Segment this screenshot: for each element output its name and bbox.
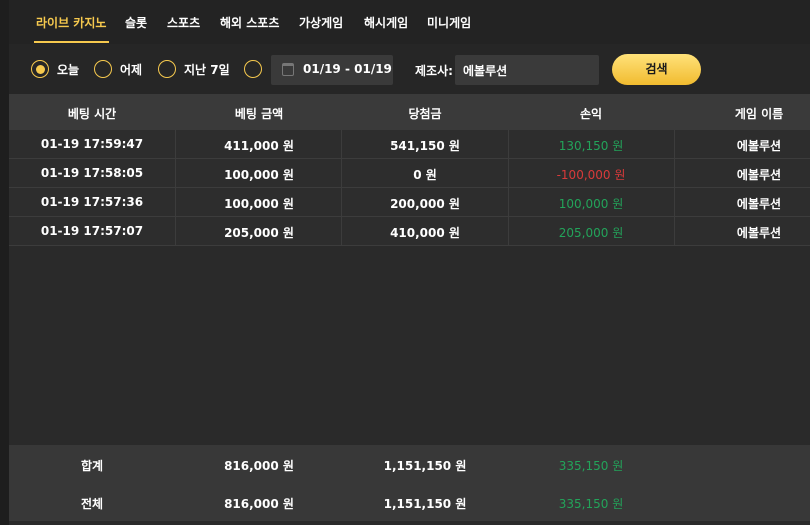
header-game-name: 게임 이름 — [734, 107, 784, 121]
cell-bet: 411,000 원 — [224, 139, 294, 153]
column-divider — [341, 130, 342, 159]
cell-pl: 100,000 원 — [558, 197, 624, 211]
column-divider — [508, 159, 509, 188]
column-divider — [175, 217, 176, 246]
total-label: 합계 — [80, 459, 104, 473]
subtotal-row: 합계 816,000 원 1,151,150 원 335,150 원 — [9, 445, 810, 483]
cell-game: 에볼루션 — [736, 139, 782, 153]
date-range-picker[interactable]: 01/19 - 01/19 — [271, 55, 393, 85]
tab-sports[interactable]: 스포츠 — [167, 14, 200, 31]
tab-slot[interactable]: 슬롯 — [125, 14, 147, 31]
column-divider — [175, 159, 176, 188]
total-pl: 335,150 원 — [558, 497, 624, 511]
header-profit-loss: 손익 — [579, 107, 603, 121]
cell-time: 01-19 17:57:36 — [40, 195, 144, 209]
cell-pl: -100,000 원 — [556, 168, 626, 182]
active-tab-indicator — [34, 41, 109, 43]
table-row: 01-19 17:58:05 100,000 원 0 원 -100,000 원 에볼루션 — [9, 159, 810, 188]
total-win: 1,151,150 원 — [383, 459, 467, 473]
grand-total-row: 전체 816,000 원 1,151,150 원 335,150 원 — [9, 483, 810, 521]
tab-overseas-sports[interactable]: 해외 스포츠 — [220, 14, 279, 31]
total-label: 전체 — [80, 497, 104, 511]
column-divider — [341, 217, 342, 246]
filter-bar: 오늘 어제 지난 7일 01/19 - 01/19 제조사: 검색 — [9, 44, 810, 94]
cell-game: 에볼루션 — [736, 197, 782, 211]
cell-win: 200,000 원 — [390, 197, 460, 211]
tab-hash-game[interactable]: 해시게임 — [364, 14, 408, 31]
radio-ring-icon — [158, 60, 176, 78]
column-divider — [674, 130, 675, 159]
column-divider — [341, 159, 342, 188]
column-divider — [674, 217, 675, 246]
column-divider — [508, 130, 509, 159]
calendar-icon — [282, 63, 294, 76]
radio-label: 지난 7일 — [184, 63, 230, 77]
table-row: 01-19 17:59:47 411,000 원 541,150 원 130,150 … — [9, 130, 810, 159]
tab-live-casino[interactable]: 라이브 카지노 — [36, 14, 106, 31]
bet-history-panel: 라이브 카지노 슬롯 스포츠 해외 스포츠 가상게임 해시게임 미니게임 오늘 … — [9, 0, 810, 525]
column-divider — [508, 188, 509, 217]
radio-label: 오늘 — [57, 63, 80, 77]
radio-ring-icon — [244, 60, 262, 78]
maker-label: 제조사: — [415, 64, 453, 78]
cell-time: 01-19 17:59:47 — [40, 137, 144, 151]
radio-ring-icon — [94, 60, 112, 78]
cell-win: 0 원 — [413, 168, 437, 182]
header-winnings: 당첨금 — [408, 107, 442, 121]
column-divider — [341, 188, 342, 217]
table-row: 01-19 17:57:36 100,000 원 200,000 원 100,000 … — [9, 188, 810, 217]
date-range-text: 01/19 - 01/19 — [303, 62, 392, 76]
cell-bet: 100,000 원 — [224, 197, 294, 211]
cell-bet: 205,000 원 — [224, 226, 294, 240]
cell-game: 에볼루션 — [736, 226, 782, 240]
cell-win: 410,000 원 — [390, 226, 460, 240]
tab-mini-game[interactable]: 미니게임 — [427, 14, 471, 31]
cell-pl: 130,150 원 — [558, 139, 624, 153]
table-row: 01-19 17:57:07 205,000 원 410,000 원 205,000 … — [9, 217, 810, 246]
category-tabs: 라이브 카지노 슬롯 스포츠 해외 스포츠 가상게임 해시게임 미니게임 — [9, 0, 810, 44]
table-header: 베팅 시간 베팅 금액 당첨금 손익 게임 이름 — [9, 94, 810, 130]
tab-virtual-game[interactable]: 가상게임 — [299, 14, 343, 31]
column-divider — [674, 188, 675, 217]
header-bet-time: 베팅 시간 — [67, 107, 117, 121]
search-button[interactable]: 검색 — [612, 54, 701, 85]
column-divider — [175, 130, 176, 159]
cell-bet: 100,000 원 — [224, 168, 294, 182]
total-pl: 335,150 원 — [558, 459, 624, 473]
total-bet: 816,000 원 — [224, 459, 294, 473]
radio-label: 어제 — [120, 63, 143, 77]
column-divider — [508, 217, 509, 246]
header-bet-amount: 베팅 금액 — [234, 107, 284, 121]
maker-input[interactable] — [455, 55, 599, 85]
radio-selected-icon — [35, 64, 45, 74]
column-divider — [674, 159, 675, 188]
cell-game: 에볼루션 — [736, 168, 782, 182]
total-win: 1,151,150 원 — [383, 497, 467, 511]
cell-time: 01-19 17:58:05 — [40, 166, 144, 180]
cell-pl: 205,000 원 — [558, 226, 624, 240]
cell-time: 01-19 17:57:07 — [40, 224, 144, 238]
column-divider — [175, 188, 176, 217]
total-bet: 816,000 원 — [224, 497, 294, 511]
cell-win: 541,150 원 — [390, 139, 460, 153]
